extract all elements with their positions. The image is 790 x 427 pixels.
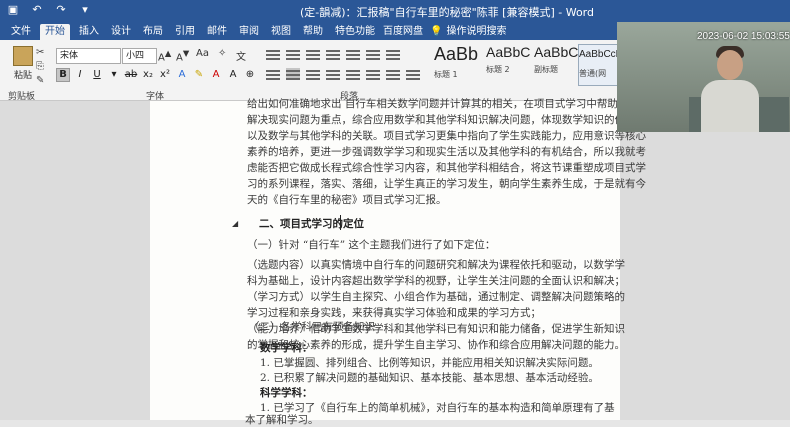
tab-references[interactable]: 引用 — [170, 24, 200, 40]
video-timestamp: 2023-06-02 15:03:55 — [697, 31, 790, 42]
font-size-value: 小四 — [126, 51, 145, 61]
font-color-icon[interactable]: A — [209, 68, 223, 82]
line-spacing-icon[interactable] — [366, 68, 380, 80]
list-item: 2. 已积累了解决问题的基础知识、基本技能、基本思想、基本活动经验。 — [260, 372, 599, 384]
bullets-icon[interactable] — [266, 48, 280, 60]
collapse-heading-icon[interactable]: ◢ — [232, 219, 238, 228]
tab-special-features[interactable]: 特色功能 — [330, 24, 380, 40]
format-painter-icon[interactable]: ✎ — [36, 74, 44, 88]
subject-heading: 数学学科： — [260, 342, 313, 354]
tab-insert[interactable]: 插入 — [74, 24, 104, 40]
grow-font-icon[interactable]: A▲ — [158, 48, 171, 63]
character-shading-icon[interactable]: A — [226, 68, 240, 82]
paragraph-line: 以及数学与其他学科的关联。项目式学习更集中指向了学生实践能力，应用意识等核心 — [247, 130, 646, 142]
numbering-icon[interactable] — [286, 48, 300, 60]
show-marks-icon[interactable] — [386, 48, 400, 60]
subsection-heading: （一）针对 “自行车” 这个主题我们进行了如下定位： — [247, 239, 496, 251]
tab-layout[interactable]: 布局 — [138, 24, 168, 40]
clipboard-tools: ✂ ⎘ ✎ — [36, 46, 44, 88]
presenter-body — [701, 80, 759, 132]
paragraph-line: 天的《自行车里的秘密》项目式学习汇报。 — [247, 194, 447, 206]
tab-home[interactable]: 开始 — [40, 24, 70, 40]
title-bar: ▣ ↶ ↷ ▾ (定-韻减)：汇报稿"自行车里的秘密"陈菲 [兼容模式] - W… — [0, 0, 790, 22]
multilevel-list-icon[interactable] — [306, 48, 320, 60]
paragraph-line: （学习方式）以学生自主探究、小组合作为基础，通过制定、调整解决问题策略的 — [247, 291, 625, 303]
increase-indent-icon[interactable] — [346, 48, 360, 60]
distributed-icon[interactable] — [346, 68, 360, 80]
presenter-head — [717, 50, 743, 80]
tab-view[interactable]: 视图 — [266, 24, 296, 40]
clear-formatting-icon[interactable]: ✧ — [218, 48, 226, 59]
paragraph-line: 给出如何准确地求出 自行车相关数学问题并计算其的相关，在项目式学习中帮助学生 — [247, 98, 639, 110]
borders-icon[interactable] — [406, 68, 420, 80]
text-cursor — [340, 215, 341, 230]
tab-baidu-netdisk[interactable]: 百度网盘 — [378, 24, 428, 40]
paragraph-line: 素养的培养，更进一步强调数学学习和现实生活以及其他学科的有机结合，所以我就考 — [247, 146, 646, 158]
subscript-icon[interactable]: x₂ — [141, 68, 155, 82]
style-sample: AaBb — [434, 44, 479, 64]
tab-help[interactable]: 帮助 — [298, 24, 328, 40]
sort-icon[interactable] — [366, 48, 380, 60]
cut-icon[interactable]: ✂ — [36, 46, 44, 60]
align-center-icon[interactable] — [286, 68, 300, 80]
text-effects-icon[interactable]: A — [175, 68, 189, 82]
paste-label: 粘贴 — [13, 71, 32, 81]
font-name-value: 宋体 — [60, 51, 79, 61]
copy-icon[interactable]: ⎘ — [36, 60, 44, 74]
superscript-icon[interactable]: x² — [158, 68, 172, 82]
justify-icon[interactable] — [326, 68, 340, 80]
font-format-buttons: B I U ▾ ab x₂ x² A ✎ A A ⊕ — [56, 68, 257, 82]
quick-access-toolbar: ▣ ↶ ↷ ▾ — [6, 3, 92, 16]
italic-icon[interactable]: I — [73, 68, 87, 82]
dropdown-icon[interactable]: ▾ — [107, 68, 121, 82]
customize-icon[interactable]: ▾ — [78, 3, 92, 16]
save-icon[interactable]: ▣ — [6, 3, 20, 16]
style-heading-1[interactable]: AaBb 标题 1 — [434, 44, 480, 84]
decrease-indent-icon[interactable] — [326, 48, 340, 60]
tab-design[interactable]: 设计 — [106, 24, 136, 40]
change-case-icon[interactable]: Aa — [196, 48, 209, 59]
align-left-icon[interactable] — [266, 68, 280, 80]
underline-icon[interactable]: U — [90, 68, 104, 82]
tab-review[interactable]: 审阅 — [234, 24, 264, 40]
style-sample: AaBbC — [486, 44, 531, 60]
enclose-character-icon[interactable]: ⊕ — [243, 68, 257, 82]
paragraph-line: 习的系列课程，落实、落细，让学生真正的学习发生，朝向学生素养生成，于是就有今 — [247, 178, 646, 190]
font-name-dropdown[interactable]: 宋体 — [56, 48, 121, 64]
shading-icon[interactable] — [386, 68, 400, 80]
phonetic-guide-icon[interactable]: 文 — [236, 48, 246, 63]
subject-heading: 科学学科： — [260, 387, 313, 399]
font-size-dropdown[interactable]: 小四 — [122, 48, 157, 64]
undo-icon[interactable]: ↶ — [30, 3, 44, 16]
lightbulb-icon: 💡 — [430, 26, 443, 37]
tab-file[interactable]: 文件 — [6, 24, 36, 40]
subsection-heading: （二）各学科已有预备知识 — [249, 321, 375, 333]
style-name: 副标题 — [534, 65, 558, 74]
list-item: 1. 已掌握圆、排列组合、比例等知识，并能应用相关知识解决实际问题。 — [260, 357, 599, 369]
paragraph-line: 科为基础上，设计内容超出数学学科的视野，让学生关注问题的全面认识和解决； — [247, 275, 625, 287]
clipboard-icon — [13, 46, 33, 66]
paragraph-line: （选题内容）以真实情境中自行车的问题研究和解决为课程依托和驱动，以数学学 — [247, 259, 625, 271]
window-title: (定-韻减)：汇报稿"自行车里的秘密"陈菲 [兼容模式] - Word — [300, 6, 594, 19]
redo-icon[interactable]: ↷ — [54, 3, 68, 16]
style-name: 标题 1 — [434, 70, 458, 79]
tab-mailings[interactable]: 邮件 — [202, 24, 232, 40]
tell-me-search[interactable]: 💡 操作说明搜索 — [430, 24, 506, 40]
paragraph-line: 学习过程和亲身实践，来获得真实学习体验和成果的学习方式； — [247, 307, 541, 319]
paragraph-line: 虑能否把它做成长程式综合性学习内容，和其他学科相结合，将这节课重塑成项目式学 — [247, 162, 646, 174]
style-name: 标题 2 — [486, 65, 510, 74]
paragraph-line: 解决现实问题为重点，综合应用数学和其他学科知识解决问题，体现数学知识的价值， — [247, 114, 646, 126]
highlight-icon[interactable]: ✎ — [192, 68, 206, 82]
bold-icon[interactable]: B — [56, 68, 70, 82]
style-sample: AaBbC — [534, 44, 579, 60]
style-subtitle[interactable]: AaBbC 副标题 — [534, 44, 580, 84]
align-right-icon[interactable] — [306, 68, 320, 80]
shrink-font-icon[interactable]: A▼ — [176, 48, 189, 63]
style-heading-2[interactable]: AaBbC 标题 2 — [486, 44, 532, 84]
section-heading: 二、项目式学习的定位 — [259, 218, 364, 230]
paste-button[interactable]: 粘贴 — [6, 46, 40, 82]
tell-me-label: 操作说明搜索 — [446, 26, 507, 37]
strikethrough-icon[interactable]: ab — [124, 68, 138, 82]
